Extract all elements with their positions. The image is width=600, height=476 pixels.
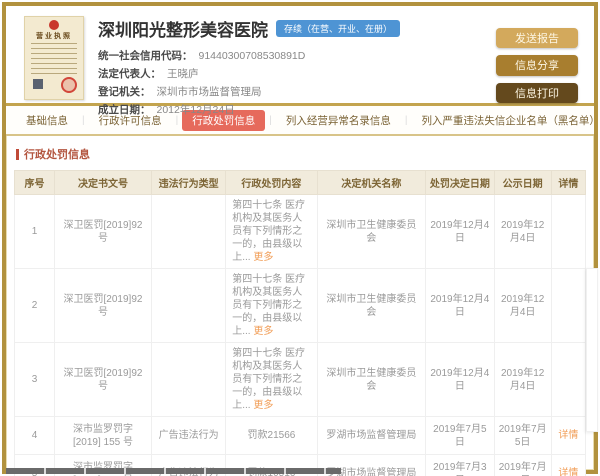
cell-decision-date: 2019年7月5日 — [426, 417, 495, 455]
company-header: 营业执照 深圳阳光整形美容医院 存续（在营、开业、在册） 统一社会信用代码： 91… — [6, 6, 594, 106]
column-header-5: 处罚决定日期 — [426, 171, 495, 195]
cell-decision-date: 2019年12月4日 — [426, 269, 495, 343]
company-name: 深圳阳光整形美容医院 — [98, 16, 268, 41]
business-license-title: 营业执照 — [25, 31, 83, 41]
cell-detail: 详情 — [551, 455, 585, 476]
license-text-lines — [31, 43, 77, 75]
cell-penalty-content: 第四十七条 医疗机构及其医务人员有下列情形之一的，由县级以上... 更多 — [226, 343, 317, 417]
cell-authority: 深圳市卫生健康委员会 — [317, 343, 425, 417]
cell-publish-date: 2019年12月4日 — [494, 343, 551, 417]
cell-doc-no: 深卫医罚[2019]92号 — [54, 195, 151, 269]
column-header-7: 详情 — [551, 171, 585, 195]
cell-no: 1 — [15, 195, 55, 269]
tab-0[interactable]: 基础信息 — [16, 110, 78, 131]
company-field-2: 登记机关： 深圳市市场监督管理局 — [98, 83, 496, 101]
cell-publish-date: 2019年12月4日 — [494, 269, 551, 343]
field-value: 王晓庐 — [167, 68, 199, 80]
header-action-button-0[interactable]: 发送报告 — [496, 28, 578, 48]
more-link[interactable]: 更多 — [253, 252, 273, 263]
cell-decision-date: 2019年12月4日 — [426, 195, 495, 269]
company-field-0: 统一社会信用代码： 91440300708530891D — [98, 47, 496, 65]
field-label: 统一社会信用代码： — [98, 50, 193, 62]
tab-divider: | — [82, 115, 85, 126]
cell-detail — [551, 195, 585, 269]
cell-authority: 深圳市卫生健康委员会 — [317, 195, 425, 269]
penalty-section: 行政处罚信息 序号决定书文号违法行为类型行政处罚内容决定机关名称处罚决定日期公示… — [6, 136, 594, 476]
company-fields: 统一社会信用代码： 91440300708530891D 法定代表人： 王晓庐登记机关… — [98, 47, 496, 119]
more-link[interactable]: 更多 — [253, 400, 273, 411]
cell-violation-type — [152, 195, 226, 269]
cell-doc-no: 深卫医罚[2019]92号 — [54, 269, 151, 343]
detail-link[interactable]: 详情 — [558, 430, 578, 441]
field-value: 深圳市市场监督管理局 — [157, 86, 262, 98]
table-row-1: 1深卫医罚[2019]92号 第四十七条 医疗机构及其医务人员有下列情形之一的，由… — [15, 195, 586, 269]
cell-decision-date: 2019年12月4日 — [426, 343, 495, 417]
penalty-content-text: 罚款21566 — [248, 430, 296, 441]
cell-doc-no: 深卫医罚[2019]92号 — [54, 343, 151, 417]
field-label: 法定代表人： — [98, 68, 161, 80]
more-link[interactable]: 更多 — [253, 326, 273, 337]
table-row-4: 4深市监罗罚字 [2019] 155 号广告违法行为 罚款21566 罗湖市场监督管… — [15, 417, 586, 455]
table-header-row: 序号决定书文号违法行为类型行政处罚内容决定机关名称处罚决定日期公示日期详情 — [15, 171, 586, 195]
cell-authority: 罗湖市场监督管理局 — [317, 417, 425, 455]
cell-no: 3 — [15, 343, 55, 417]
cell-violation-type — [152, 269, 226, 343]
cell-publish-date: 2019年7月3日 — [494, 455, 551, 476]
floating-side-panel — [586, 268, 598, 432]
cell-violation-type: 广告违法行为 — [152, 417, 226, 455]
cell-penalty-content: 第四十七条 医疗机构及其医务人员有下列情形之一的，由县级以上... 更多 — [226, 269, 317, 343]
cell-detail — [551, 269, 585, 343]
cell-authority: 深圳市卫生健康委员会 — [317, 269, 425, 343]
section-title: 行政处罚信息 — [24, 146, 90, 162]
header-actions: 发送报告信息分享信息打印 — [496, 14, 584, 103]
company-info: 深圳阳光整形美容医院 存续（在营、开业、在册） 统一社会信用代码： 9144030… — [84, 14, 496, 103]
table-body: 1深卫医罚[2019]92号第四十七条 医疗机构及其医务人员有下列情形之一的，由… — [15, 195, 586, 476]
company-field-3: 成立日期： 2012年12月24日 — [98, 101, 496, 119]
company-field-1: 法定代表人： 王晓庐 — [98, 65, 496, 83]
cell-violation-type — [152, 343, 226, 417]
detail-link[interactable]: 详情 — [558, 468, 578, 476]
field-value: 2012年12月24日 — [157, 104, 235, 116]
cell-detail — [551, 343, 585, 417]
column-header-2: 违法行为类型 — [152, 171, 226, 195]
cell-doc-no: 深市监罗罚字 [2019] 155 号 — [54, 417, 151, 455]
field-label: 登记机关： — [98, 86, 151, 98]
status-badge: 存续（在营、开业、在册） — [276, 20, 400, 37]
header-action-button-1[interactable]: 信息分享 — [496, 55, 578, 75]
cell-detail: 详情 — [551, 417, 585, 455]
section-title-bar — [16, 149, 19, 160]
column-header-3: 行政处罚内容 — [226, 171, 317, 195]
cell-no: 2 — [15, 269, 55, 343]
business-license-image: 营业执照 — [24, 16, 84, 100]
company-profile-page: 营业执照 深圳阳光整形美容医院 存续（在营、开业、在册） 统一社会信用代码： 91… — [2, 2, 598, 474]
national-emblem-icon — [49, 20, 59, 30]
penalty-table: 序号决定书文号违法行为类型行政处罚内容决定机关名称处罚决定日期公示日期详情 1深… — [14, 170, 586, 476]
background-window-edge — [6, 468, 341, 474]
column-header-0: 序号 — [15, 171, 55, 195]
column-header-4: 决定机关名称 — [317, 171, 425, 195]
header-action-button-2[interactable]: 信息打印 — [496, 83, 578, 103]
field-label: 成立日期： — [98, 104, 151, 116]
cell-publish-date: 2019年7月5日 — [494, 417, 551, 455]
table-row-3: 3深卫医罚[2019]92号 第四十七条 医疗机构及其医务人员有下列情形之一的，由… — [15, 343, 586, 417]
field-value: 91440300708530891D — [199, 50, 306, 62]
cell-decision-date: 2019年7月3日 — [426, 455, 495, 476]
qr-code — [31, 77, 45, 91]
column-header-6: 公示日期 — [494, 171, 551, 195]
cell-publish-date: 2019年12月4日 — [494, 195, 551, 269]
column-header-1: 决定书文号 — [54, 171, 151, 195]
cell-penalty-content: 第四十七条 医疗机构及其医务人员有下列情形之一的，由县级以上... 更多 — [226, 195, 317, 269]
cell-penalty-content: 罚款21566 — [226, 417, 317, 455]
table-row-2: 2深卫医罚[2019]92号 第四十七条 医疗机构及其医务人员有下列情形之一的，由… — [15, 269, 586, 343]
cell-no: 4 — [15, 417, 55, 455]
red-seal-icon — [61, 77, 77, 93]
